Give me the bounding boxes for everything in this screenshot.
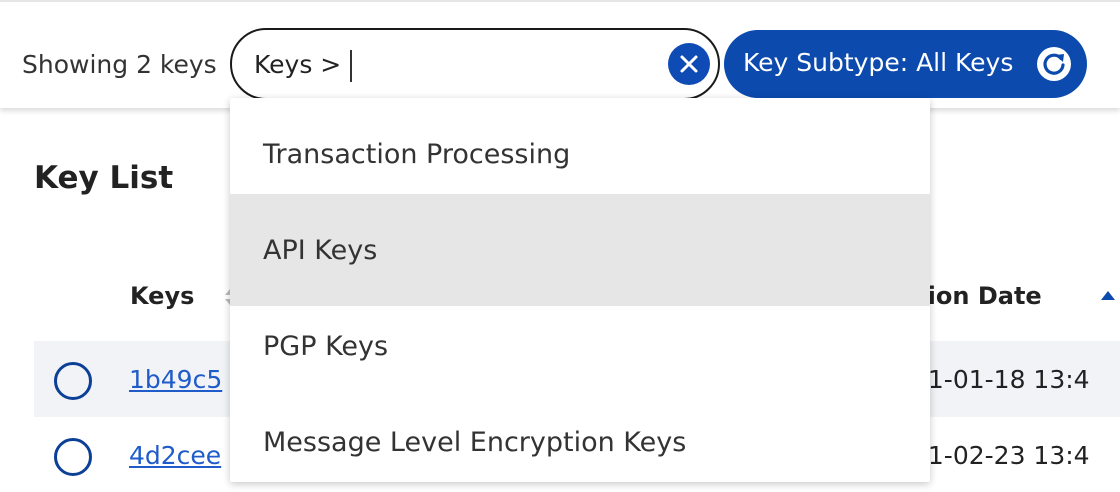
key-id-link[interactable]: 1b49c5 xyxy=(129,365,222,394)
key-subtype-label: Key Subtype: All Keys xyxy=(743,48,1014,77)
close-icon xyxy=(680,55,698,73)
key-count-text: Showing 2 keys xyxy=(22,50,217,79)
row-date: 21-02-23 13:4 xyxy=(912,441,1090,470)
refresh-icon[interactable] xyxy=(1036,46,1072,82)
key-id-link[interactable]: 4d2cee xyxy=(129,441,221,470)
dropdown-item-transaction-processing[interactable]: Transaction Processing xyxy=(230,106,930,202)
dropdown-item-api-keys[interactable]: API Keys xyxy=(230,194,930,306)
key-subtype-filter-button[interactable]: Key Subtype: All Keys xyxy=(724,30,1087,98)
app: Showing 2 keys Keys > Key Subtype: All K… xyxy=(0,0,1120,492)
dropdown-item-message-level-encryption-keys[interactable]: Message Level Encryption Keys xyxy=(230,394,930,490)
search-input[interactable] xyxy=(350,49,650,83)
filter-bar: Showing 2 keys Keys > Key Subtype: All K… xyxy=(0,0,1120,108)
row-select-radio[interactable] xyxy=(54,362,92,400)
sort-ascending-icon[interactable] xyxy=(1100,290,1116,302)
text-caret xyxy=(350,50,352,82)
column-header-keys[interactable]: Keys xyxy=(130,282,194,310)
search-prefix: Keys > xyxy=(254,50,342,79)
row-select-radio[interactable] xyxy=(54,438,92,476)
clear-search-button[interactable] xyxy=(668,43,710,85)
key-type-dropdown: Transaction Processing API Keys PGP Keys… xyxy=(230,98,930,482)
key-list-title: Key List xyxy=(34,160,174,196)
row-date: 21-01-18 13:4 xyxy=(912,365,1090,394)
dropdown-item-pgp-keys[interactable]: PGP Keys xyxy=(230,298,930,394)
search-box[interactable]: Keys > xyxy=(230,28,720,100)
